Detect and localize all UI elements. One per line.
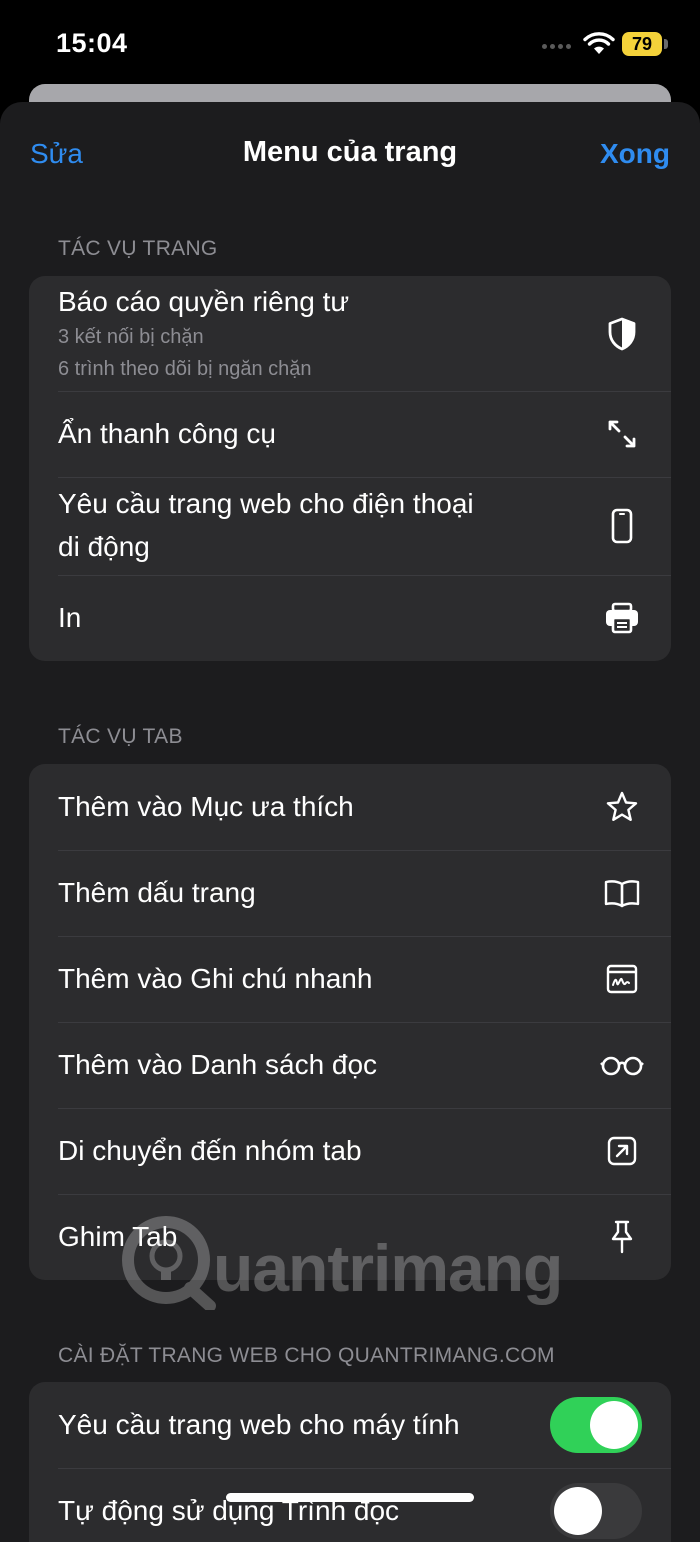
add-bookmark-label: Thêm dấu trang bbox=[58, 877, 256, 908]
cellular-signal-icon bbox=[542, 44, 574, 50]
reading-list-row[interactable]: Thêm vào Danh sách đọc bbox=[29, 1022, 671, 1108]
add-bookmark-row[interactable]: Thêm dấu trang bbox=[29, 850, 671, 936]
wifi-icon bbox=[583, 32, 615, 54]
hide-toolbar-label: Ẩn thanh công cụ bbox=[58, 418, 276, 449]
hide-toolbar-row[interactable]: Ẩn thanh công cụ bbox=[29, 391, 671, 477]
desktop-site-label: Yêu cầu trang web cho máy tính bbox=[58, 1409, 460, 1440]
page-menu-sheet: Sửa Menu của trang Xong TÁC VỤ TRANG Báo… bbox=[0, 102, 700, 1542]
quick-note-icon bbox=[603, 960, 641, 998]
move-arrow-icon bbox=[603, 1132, 641, 1170]
shield-icon bbox=[603, 315, 641, 353]
reading-list-label: Thêm vào Danh sách đọc bbox=[58, 1049, 378, 1080]
done-button[interactable]: Xong bbox=[600, 138, 670, 170]
print-label: In bbox=[58, 602, 82, 633]
privacy-blocked-trackers: 6 trình theo dõi bị ngăn chặn bbox=[58, 358, 312, 380]
add-favorites-row[interactable]: Thêm vào Mục ưa thích bbox=[29, 764, 671, 850]
star-icon bbox=[603, 788, 641, 826]
page-actions-group: Báo cáo quyền riêng tư 3 kết nối bị chặn… bbox=[29, 276, 671, 661]
page-title: Menu của trang bbox=[242, 136, 458, 168]
privacy-report-label: Báo cáo quyền riêng tư bbox=[58, 286, 350, 317]
pin-tab-label: Ghim Tab bbox=[58, 1221, 178, 1252]
pin-tab-row[interactable]: Ghim Tab bbox=[29, 1194, 671, 1280]
mobile-site-row[interactable]: Yêu cầu trang web cho điện thoại di động bbox=[29, 477, 671, 575]
tab-actions-group: Thêm vào Mục ưa thích Thêm dấu trang Thê… bbox=[29, 764, 671, 1280]
clock: 15:04 bbox=[56, 28, 128, 58]
section-header-tab-actions: TÁC VỤ TAB bbox=[58, 725, 183, 748]
quick-note-label: Thêm vào Ghi chú nhanh bbox=[58, 963, 373, 994]
auto-reader-toggle[interactable] bbox=[550, 1483, 642, 1539]
quick-note-row[interactable]: Thêm vào Ghi chú nhanh bbox=[29, 936, 671, 1022]
toggle-knob bbox=[554, 1487, 602, 1535]
book-icon bbox=[603, 874, 641, 912]
phone-icon bbox=[603, 507, 641, 545]
desktop-site-row[interactable]: Yêu cầu trang web cho máy tính bbox=[29, 1382, 671, 1468]
section-header-page-actions: TÁC VỤ TRANG bbox=[58, 237, 218, 260]
resize-arrows-icon bbox=[603, 415, 641, 453]
printer-icon bbox=[603, 599, 641, 637]
privacy-blocked-connections: 3 kết nối bị chặn bbox=[58, 326, 204, 348]
move-to-tab-group-label: Di chuyển đến nhóm tab bbox=[58, 1135, 362, 1166]
mobile-site-label-line1: Yêu cầu trang web cho điện thoại bbox=[58, 488, 474, 519]
battery-nub bbox=[664, 39, 668, 49]
add-favorites-label: Thêm vào Mục ưa thích bbox=[58, 791, 354, 822]
privacy-report-row[interactable]: Báo cáo quyền riêng tư 3 kết nối bị chặn… bbox=[29, 276, 671, 391]
print-row[interactable]: In bbox=[29, 575, 671, 661]
pin-icon bbox=[603, 1218, 641, 1256]
auto-reader-row[interactable]: Tự động sử dụng Trình đọc bbox=[29, 1468, 671, 1542]
glasses-icon bbox=[599, 1046, 645, 1084]
site-settings-group: Yêu cầu trang web cho máy tính Tự động s… bbox=[29, 1382, 671, 1542]
mobile-site-label-line2: di động bbox=[58, 531, 150, 562]
section-header-site-settings: CÀI ĐẶT TRANG WEB CHO QUANTRIMANG.COM bbox=[58, 1344, 555, 1367]
status-bar: 15:04 79 bbox=[0, 0, 700, 90]
move-to-tab-group-row[interactable]: Di chuyển đến nhóm tab bbox=[29, 1108, 671, 1194]
battery-icon: 79 bbox=[622, 32, 662, 56]
desktop-site-toggle[interactable] bbox=[550, 1397, 642, 1453]
home-indicator bbox=[226, 1493, 474, 1502]
toggle-knob bbox=[590, 1401, 638, 1449]
